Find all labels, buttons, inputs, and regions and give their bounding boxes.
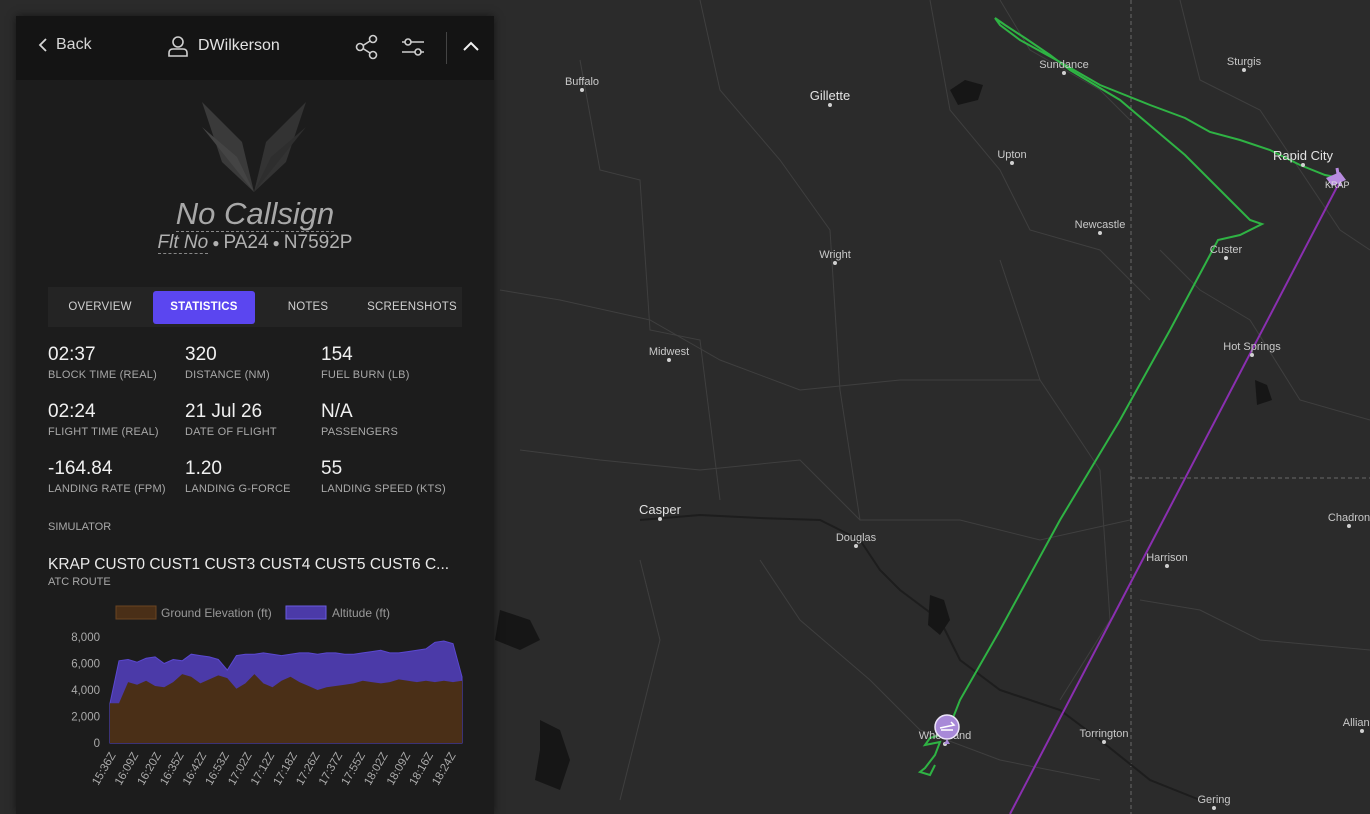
city-label: Casper [639,502,682,517]
share-icon[interactable] [354,34,380,60]
chevron-left-icon [38,38,47,52]
tab-bar: OVERVIEW STATISTICS NOTES SCREENSHOTS [48,287,462,327]
stat-landing-gforce: 1.20 LANDING G-FORCE [185,458,291,495]
stat-block-time: 02:37 BLOCK TIME (REAL) [48,344,157,381]
city-dot [828,103,832,107]
registration: N7592P [283,232,353,253]
city-label: Custer [1210,244,1243,256]
city-label: Newcastle [1075,219,1126,231]
city-dot [1360,729,1364,733]
flight-panel: Back DWilkerson No Callsign Flt No ● PA2… [16,16,494,814]
flight-number: Flt No [157,232,209,254]
legend-ground-label: Ground Elevation (ft) [161,606,272,620]
city-dot [1165,564,1169,568]
city-label: Midwest [649,346,689,358]
filter-sliders-icon[interactable] [400,34,426,60]
city-label: Douglas [836,532,877,544]
stat-fuel-burn: 154 FUEL BURN (LB) [321,344,410,381]
y-tick-label: 8,000 [71,632,100,644]
stat-landing-speed: 55 LANDING SPEED (KTS) [321,458,446,495]
city-label: Torrington [1080,728,1129,740]
header-divider [446,32,447,64]
legend-swatch-ground [115,605,157,620]
stat-landing-rate: -164.84 LANDING RATE (FPM) [48,458,166,495]
city-label: Rapid City [1273,148,1333,163]
city-label: Gillette [810,88,850,103]
city-label: Alliance [1343,717,1370,729]
city-label: Gering [1197,794,1230,806]
airline-logo-icon [202,102,306,192]
y-tick-label: 4,000 [71,685,100,697]
stat-date: 21 Jul 26 DATE OF FLIGHT [185,401,277,438]
user-info[interactable]: DWilkerson [166,34,280,58]
airport-label: KRAP [1325,180,1350,190]
atc-route-value: KRAP CUST0 CUST1 CUST3 CUST4 CUST5 CUST6… [48,556,450,573]
stat-passengers: N/A PASSENGERS [321,401,398,438]
callsign: No Callsign [175,196,335,232]
city-label: Hot Springs [1223,341,1281,353]
city-label: Wright [819,249,851,261]
tab-screenshots[interactable]: SCREENSHOTS [361,291,463,324]
atc-route-label: ATC ROUTE [48,576,111,588]
city-dot [658,517,662,521]
city-dot [1301,163,1305,167]
city-dot [1347,524,1351,528]
city-dot [854,544,858,548]
chart-legend: Ground Elevation (ft) Altitude (ft) [115,605,390,620]
city-dot [667,358,671,362]
city-label: Harrison [1146,552,1188,564]
city-dot [1212,806,1216,810]
tab-statistics[interactable]: STATISTICS [153,290,255,324]
city-dot [1250,353,1254,357]
city-dot [580,88,584,92]
flight-subtitle: Flt No ● PA24 ● N7592P [157,232,353,254]
stat-flight-time: 02:24 FLIGHT TIME (REAL) [48,401,159,438]
city-label: Sundance [1039,59,1089,71]
city-dot [1224,256,1228,260]
simulator-label: SIMULATOR [48,521,112,533]
city-label: Chadron [1328,512,1370,524]
city-dot [833,261,837,265]
legend-altitude-label: Altitude (ft) [332,606,390,620]
username: DWilkerson [198,37,280,54]
y-tick-label: 0 [94,738,100,750]
tab-overview[interactable]: OVERVIEW [49,291,151,324]
tab-notes[interactable]: NOTES [257,291,359,324]
altitude-chart: Ground Elevation (ft) Altitude (ft) 0 2,000… [71,605,463,788]
chevron-up-icon[interactable] [458,34,484,60]
aircraft-type: PA24 [223,232,269,253]
city-dot [1010,161,1014,165]
city-dot [1102,740,1106,744]
city-dot [1242,68,1246,72]
city-label: Sturgis [1227,56,1262,68]
legend-swatch-altitude [285,605,327,620]
y-tick-label: 6,000 [71,659,100,671]
y-tick-label: 2,000 [71,712,100,724]
back-button[interactable]: Back [38,36,92,54]
city-dot [1098,231,1102,235]
user-icon [168,36,188,57]
back-label: Back [56,36,92,53]
stat-distance: 320 DISTANCE (NM) [185,344,270,381]
city-label: Buffalo [565,76,599,88]
city-label: Upton [997,149,1026,161]
city-dot [1062,71,1066,75]
panel-header: Back DWilkerson [16,16,494,80]
